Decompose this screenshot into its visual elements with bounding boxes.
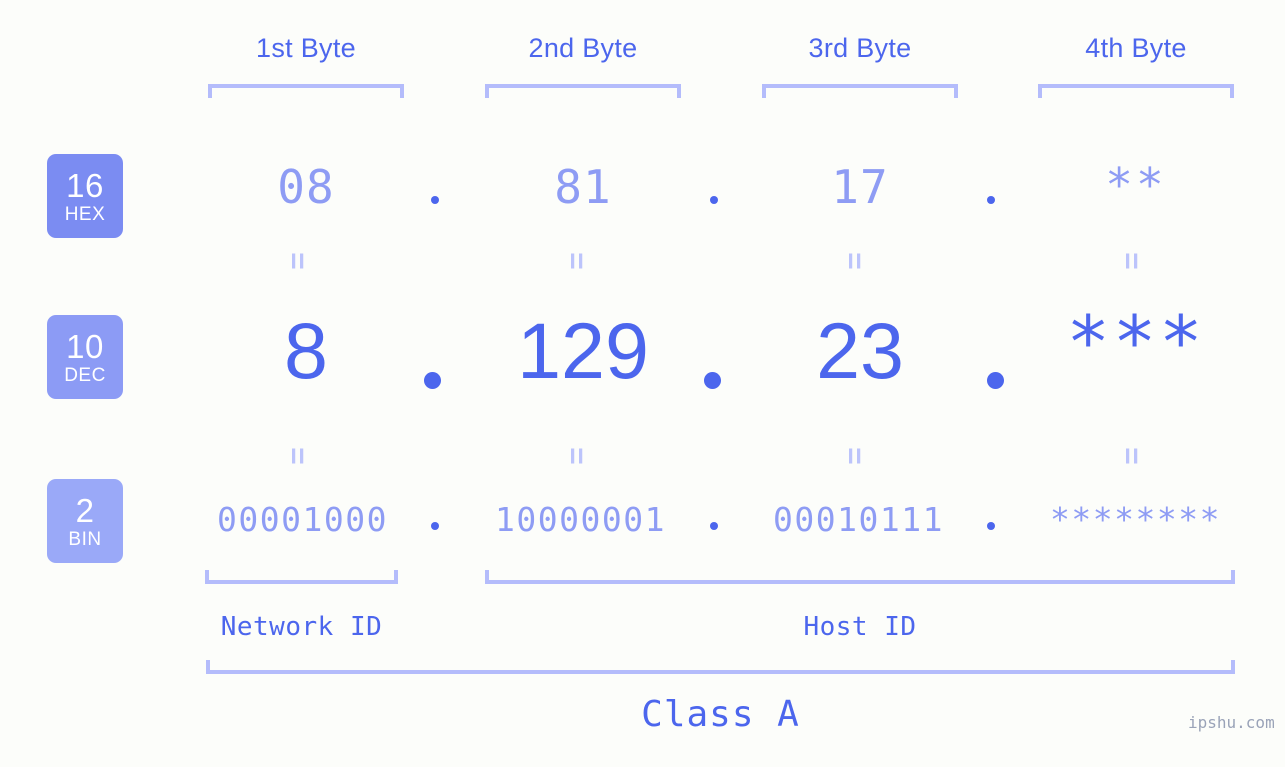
base-badge-bin-name: BIN: [68, 528, 102, 550]
hex-byte-2: 81: [554, 160, 612, 214]
bin-separator-3: [987, 522, 995, 530]
bin-separator-1: [431, 522, 439, 530]
class-bracket: [206, 660, 1235, 674]
dec-separator-2: [704, 372, 721, 389]
equals-dec-bin-1: =: [280, 447, 314, 465]
dec-byte-3: 23: [816, 306, 904, 395]
equals-hex-dec-3: =: [837, 252, 871, 270]
hex-separator-1: [431, 196, 439, 204]
dec-separator-3: [987, 372, 1004, 389]
byte-header-4: 4th Byte: [1085, 33, 1187, 63]
host-id-label: Host ID: [803, 612, 917, 642]
host-id-bracket: [485, 570, 1235, 584]
base-badge-hex: 16 HEX: [47, 154, 123, 238]
base-badge-hex-number: 16: [66, 166, 104, 204]
equals-hex-dec-2: =: [559, 252, 593, 270]
hex-separator-3: [987, 196, 995, 204]
network-id-bracket: [205, 570, 398, 584]
base-badge-bin-number: 2: [75, 491, 95, 529]
byte-header-1: 1st Byte: [256, 33, 356, 63]
byte-bracket-1: [208, 84, 404, 98]
bin-byte-2: 10000001: [495, 500, 666, 539]
byte-header-2: 2nd Byte: [528, 33, 638, 63]
dec-byte-4: ***: [1066, 300, 1206, 384]
network-id-label: Network ID: [220, 612, 383, 642]
equals-dec-bin-3: =: [837, 447, 871, 465]
equals-hex-dec-1: =: [280, 252, 314, 270]
dec-byte-2: 129: [517, 306, 649, 395]
bin-byte-4: ********: [1050, 500, 1221, 539]
bin-byte-3: 00010111: [773, 500, 944, 539]
watermark: ipshu.com: [1188, 713, 1275, 732]
byte-header-3: 3rd Byte: [808, 33, 912, 63]
class-label: Class A: [641, 694, 800, 735]
hex-byte-4: **: [1105, 158, 1167, 212]
dec-separator-1: [424, 372, 441, 389]
equals-dec-bin-4: =: [1114, 447, 1148, 465]
hex-byte-1: 08: [277, 160, 335, 214]
equals-dec-bin-2: =: [559, 447, 593, 465]
base-badge-bin: 2 BIN: [47, 479, 123, 563]
ip-address-breakdown-diagram: 1st Byte 2nd Byte 3rd Byte 4th Byte 16 H…: [0, 0, 1285, 767]
dec-byte-1: 8: [284, 306, 328, 395]
bin-byte-1: 00001000: [217, 500, 388, 539]
bin-separator-2: [710, 522, 718, 530]
base-badge-hex-name: HEX: [64, 203, 106, 225]
base-badge-dec-name: DEC: [64, 364, 106, 386]
base-badge-dec: 10 DEC: [47, 315, 123, 399]
base-badge-dec-number: 10: [66, 327, 104, 365]
equals-hex-dec-4: =: [1114, 252, 1148, 270]
byte-bracket-2: [485, 84, 681, 98]
hex-byte-3: 17: [831, 160, 889, 214]
hex-separator-2: [710, 196, 718, 204]
byte-bracket-3: [762, 84, 958, 98]
byte-bracket-4: [1038, 84, 1234, 98]
